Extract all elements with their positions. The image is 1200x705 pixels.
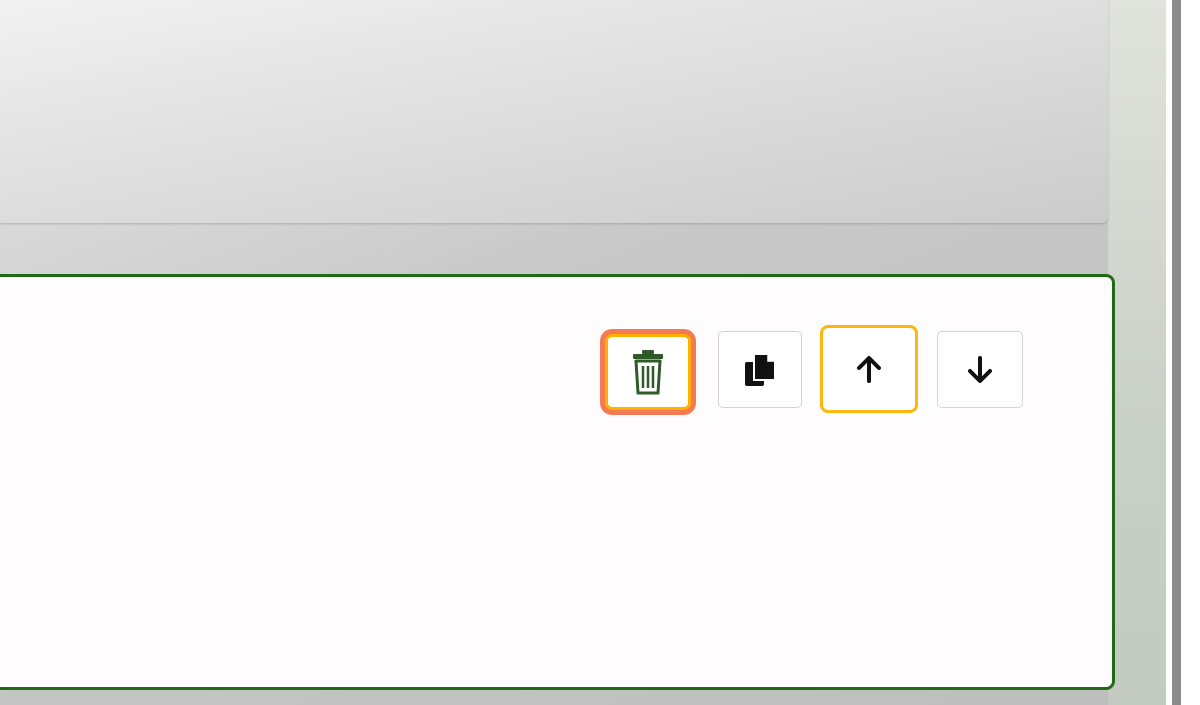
delete-button[interactable] bbox=[605, 334, 691, 410]
page-gutter bbox=[1108, 0, 1172, 705]
copy-button[interactable] bbox=[718, 331, 802, 408]
arrow-up-icon bbox=[854, 354, 884, 384]
arrow-down-icon bbox=[965, 355, 995, 385]
move-down-button[interactable] bbox=[937, 331, 1023, 408]
move-up-button[interactable] bbox=[820, 325, 918, 413]
copy-icon bbox=[743, 352, 777, 388]
trash-icon bbox=[630, 348, 666, 396]
scrollbar-thumb[interactable] bbox=[1172, 0, 1181, 705]
header-panel bbox=[0, 0, 1108, 223]
